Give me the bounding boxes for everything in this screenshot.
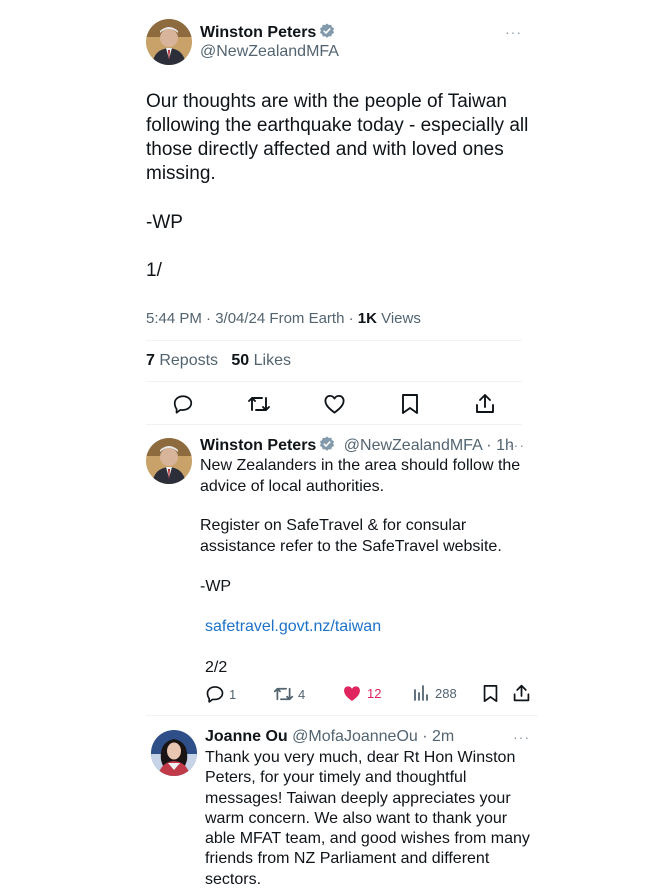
bookmark-icon[interactable] — [482, 684, 499, 703]
avatar[interactable] — [146, 438, 192, 484]
reply-text-line: warm concern. We also want to thank your — [205, 809, 508, 827]
heart-filled-icon — [342, 684, 362, 703]
timestamp[interactable]: 5:44 PM · 3/04/24 From Earth · — [146, 310, 358, 327]
reply-text-line: assistance refer to the SafeTravel websi… — [200, 537, 502, 555]
reply-icon — [205, 684, 225, 704]
reposts-count: 7 — [146, 352, 155, 369]
repost-icon[interactable] — [247, 393, 271, 415]
like-icon[interactable] — [323, 393, 346, 415]
analytics-icon — [413, 684, 429, 702]
author-row: Joanne Ou @MofaJoanneOu · 2m — [205, 728, 454, 746]
reply-text: Register on SafeTravel & for consular as… — [200, 516, 502, 557]
reply-text-line: Peters, for your timely and thoughtful — [205, 769, 467, 787]
reply-signature: -WP — [200, 578, 232, 595]
thread-marker: 2/2 — [205, 659, 228, 676]
bookmark-icon[interactable] — [400, 393, 420, 415]
view-count: 288 — [435, 685, 457, 701]
tweet-text-line: missing. — [146, 163, 216, 184]
reply-text-line: Thank you very much, dear Rt Hon Winston — [205, 749, 516, 766]
reply-text-line: advice of local authorities. — [200, 477, 385, 495]
author-handle[interactable]: @NewZealandMFA — [200, 43, 339, 61]
tweet-meta: 5:44 PM · 3/04/24 From Earth · 1K Views — [146, 310, 421, 327]
share-icon[interactable] — [474, 392, 496, 415]
repost-count: 4 — [298, 686, 306, 702]
divider — [146, 715, 538, 716]
reply-text-line: sectors. — [205, 870, 262, 888]
repost-icon — [273, 684, 294, 704]
thread-marker: 1/ — [146, 260, 162, 281]
like-count: 12 — [367, 686, 382, 701]
tweet-text-line: Our thoughts are with the people of Taiw… — [146, 91, 507, 112]
reply-text: New Zealanders in the area should follow… — [200, 456, 520, 497]
like-action[interactable]: 12 — [342, 684, 381, 703]
repost-action[interactable]: 4 — [273, 684, 305, 704]
likes-stat[interactable]: 50 Likes — [231, 352, 291, 369]
views-count: 1K — [357, 310, 377, 327]
reply-text-line: messages! Taiwan deeply appreciates your — [205, 789, 511, 807]
reply-text-line: Register on SafeTravel & for consular — [200, 517, 467, 534]
author-row: Winston Peters — [200, 23, 335, 42]
reposts-stat[interactable]: 7 Reposts — [146, 352, 218, 369]
reply-text: Thank you very much, dear Rt Hon Winston… — [205, 748, 530, 890]
author-name[interactable]: Winston Peters — [200, 24, 316, 41]
reply-text-line: New Zealanders in the area should follow… — [200, 457, 521, 474]
share-icon[interactable] — [512, 683, 531, 703]
tweet-signature: -WP — [146, 212, 183, 233]
author-handle[interactable]: @MofaJoanneOu · 2m — [292, 728, 454, 745]
author-name[interactable]: Winston Peters — [200, 437, 316, 454]
tweet-text-line: those directly affected and with loved o… — [146, 139, 504, 160]
author-row: Winston Peters @NewZealandMFA · 1h — [200, 436, 514, 455]
likes-label: Likes — [249, 352, 291, 369]
tweet-text-line: following the earthquake today - especia… — [146, 115, 529, 136]
more-options-button[interactable]: ··· — [513, 729, 530, 745]
reply-action[interactable]: 1 — [205, 684, 236, 704]
reply-count: 1 — [229, 686, 237, 702]
views-label: Views — [376, 310, 421, 327]
reply-text-line: able MFAT team, and good wishes from man… — [205, 830, 530, 848]
divider — [146, 381, 522, 382]
reposts-label: Reposts — [154, 352, 219, 369]
author-handle[interactable]: @NewZealandMFA · 1h — [344, 437, 514, 454]
safetravel-link[interactable]: safetravel.govt.nz/taiwan — [205, 618, 381, 636]
engagement-stats: 7 Reposts 50 Likes — [146, 352, 291, 370]
views-action[interactable]: 288 — [413, 684, 457, 702]
reply-icon[interactable] — [172, 393, 194, 415]
divider — [146, 340, 522, 341]
reply-text-line: friends from NZ Parliament and different — [205, 850, 490, 868]
verified-badge-icon — [319, 436, 335, 452]
verified-badge-icon — [319, 23, 335, 39]
more-options-button[interactable]: ··· — [508, 437, 525, 453]
tweet-text: Our thoughts are with the people of Taiw… — [146, 90, 528, 186]
likes-count: 50 — [231, 352, 250, 369]
divider — [146, 424, 522, 425]
more-options-button[interactable]: ··· — [505, 24, 522, 40]
avatar[interactable] — [146, 19, 192, 65]
author-name[interactable]: Joanne Ou — [205, 728, 288, 745]
avatar[interactable] — [151, 730, 197, 776]
